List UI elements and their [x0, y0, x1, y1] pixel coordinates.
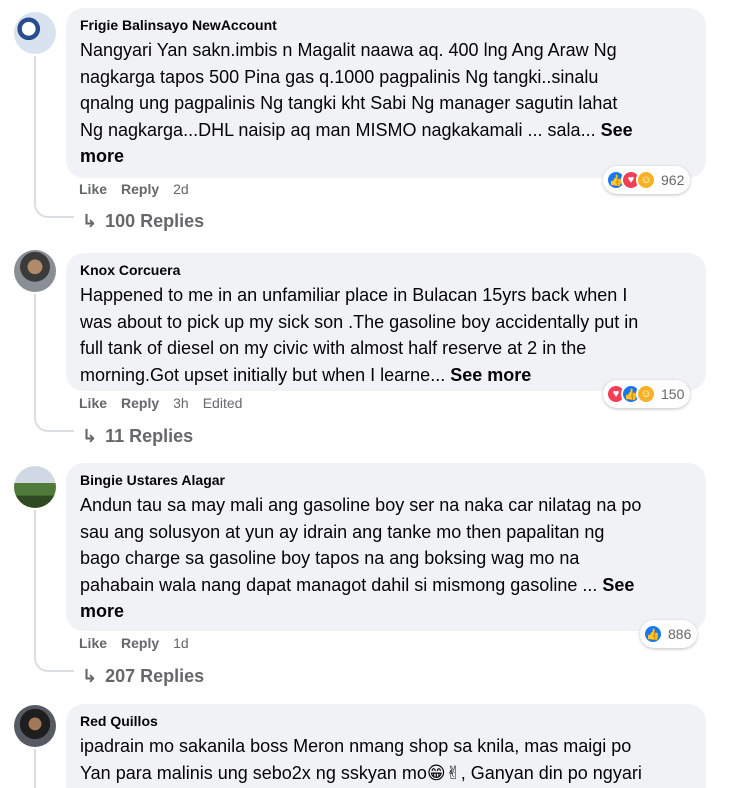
reaction-count: 962 [661, 172, 685, 188]
thread-line [34, 749, 36, 788]
like-button[interactable]: Like [79, 395, 107, 411]
view-replies-link[interactable]: ↳ 100 Replies [82, 211, 204, 232]
comment-author[interactable]: Red Quillos [80, 712, 692, 730]
reaction-summary[interactable]: 👍 886 [640, 620, 698, 648]
avatar[interactable] [14, 12, 56, 54]
reaction-count: 150 [661, 386, 685, 402]
reaction-summary[interactable]: ♥ 👍 ☺ 150 [603, 380, 691, 408]
avatar[interactable] [14, 466, 56, 508]
reply-arrow-icon: ↳ [82, 211, 98, 231]
care-icon: ☺ [636, 170, 656, 190]
comment-author[interactable]: Frigie Balinsayo NewAccount [80, 16, 692, 34]
avatar[interactable] [14, 705, 56, 747]
comment-bubble: Knox Corcuera Happened to me in an unfam… [66, 253, 706, 391]
comment-bubble: Bingie Ustares Alagar Andun tau sa may m… [66, 463, 706, 631]
like-button[interactable]: Like [79, 181, 107, 197]
thread-line [34, 56, 36, 196]
replies-count: 207 Replies [105, 666, 205, 686]
comment-actions: Like Reply 1d [79, 635, 203, 651]
comment-bubble: Red Quillos ipadrain mo sakanila boss Me… [66, 704, 706, 788]
comment-body: ipadrain mo sakanila boss Meron nmang sh… [80, 736, 642, 783]
replies-count: 11 Replies [105, 426, 194, 446]
thread-connector [34, 410, 74, 432]
reply-button[interactable]: Reply [121, 395, 159, 411]
like-icon: 👍 [643, 624, 663, 644]
comment-author[interactable]: Knox Corcuera [80, 261, 692, 279]
comment-bubble: Frigie Balinsayo NewAccount Nangyari Yan… [66, 8, 706, 178]
comment-body: Nangyari Yan sakn.imbis n Magalit naawa … [80, 40, 618, 140]
comment-body: Happened to me in an unfamiliar place in… [80, 285, 639, 385]
reply-button[interactable]: Reply [121, 181, 159, 197]
care-icon: ☺ [636, 384, 656, 404]
reply-button[interactable]: Reply [121, 635, 159, 651]
comment-text: Nangyari Yan sakn.imbis n Magalit naawa … [80, 37, 692, 170]
view-replies-link[interactable]: ↳ 207 Replies [82, 666, 204, 687]
thread-line [34, 510, 36, 650]
comment-author[interactable]: Bingie Ustares Alagar [80, 471, 692, 489]
reply-arrow-icon: ↳ [82, 666, 98, 686]
view-replies-link[interactable]: ↳ 11 Replies [82, 426, 193, 447]
see-more-link[interactable]: See more [450, 365, 531, 385]
comment-text: Happened to me in an unfamiliar place in… [80, 282, 692, 388]
comment-body: Andun tau sa may mali ang gasoline boy s… [80, 495, 642, 595]
comment-text: ipadrain mo sakanila boss Meron nmang sh… [80, 733, 692, 786]
comment-actions: Like Reply 3h Edited [79, 395, 256, 411]
comment-timestamp[interactable]: 1d [173, 635, 189, 651]
comment-timestamp[interactable]: 3h [173, 395, 189, 411]
reaction-summary[interactable]: 👍 ♥ ☺ 962 [603, 166, 691, 194]
thread-line [34, 294, 36, 410]
comment-timestamp[interactable]: 2d [173, 181, 189, 197]
reaction-count: 886 [668, 626, 692, 642]
like-button[interactable]: Like [79, 635, 107, 651]
avatar[interactable] [14, 250, 56, 292]
comment-text: Andun tau sa may mali ang gasoline boy s… [80, 492, 692, 625]
thread-connector [34, 196, 74, 218]
reply-arrow-icon: ↳ [82, 426, 98, 446]
edited-label: Edited [202, 395, 243, 411]
comment-actions: Like Reply 2d [79, 181, 203, 197]
thread-connector [34, 650, 74, 672]
replies-count: 100 Replies [105, 211, 205, 231]
